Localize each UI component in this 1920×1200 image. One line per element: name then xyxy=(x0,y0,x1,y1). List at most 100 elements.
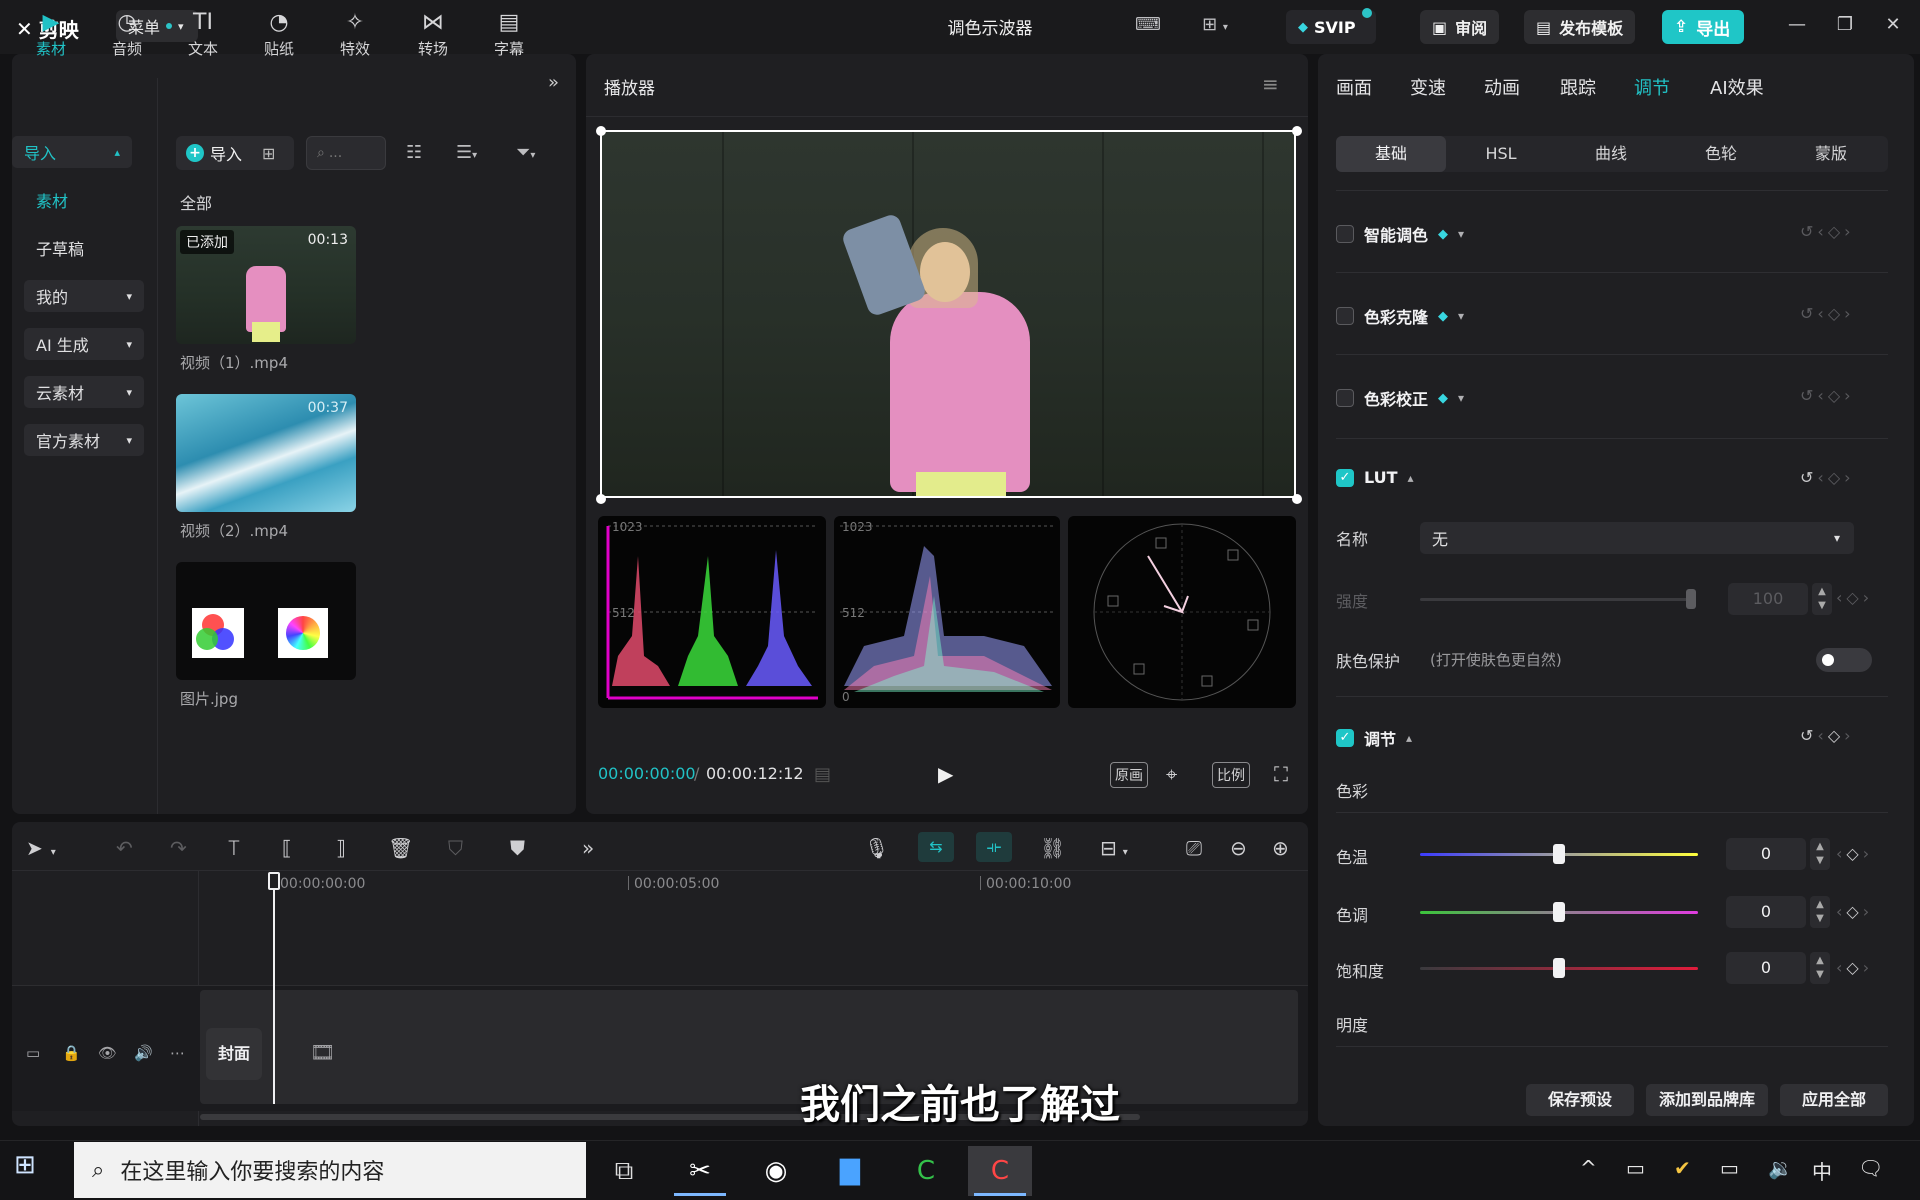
original-quality-button[interactable]: 原画 xyxy=(1110,762,1148,788)
playhead[interactable] xyxy=(273,872,275,1104)
zoom-icon[interactable]: ⌖ xyxy=(1166,762,1177,786)
hamburger-menu-icon[interactable]: ≡ xyxy=(1262,72,1279,96)
reset-icon[interactable]: ↺ xyxy=(1800,304,1817,323)
input-method-indicator[interactable]: 中 xyxy=(1812,1156,1832,1185)
tab-picture[interactable]: 画面 xyxy=(1336,74,1372,100)
video-preview[interactable] xyxy=(600,130,1296,498)
temperature-knob[interactable] xyxy=(1553,844,1565,864)
subtab-color-wheels[interactable]: 色轮 xyxy=(1666,136,1776,172)
next-keyframe-icon[interactable]: › xyxy=(1844,386,1854,405)
reset-icon[interactable]: ↺ xyxy=(1800,726,1817,745)
view-mode-icon[interactable]: ☷ xyxy=(406,142,422,163)
delete-icon[interactable]: 🗑 xyxy=(388,836,413,860)
tab-text[interactable]: TI 文本 xyxy=(168,8,238,68)
crop-handle[interactable] xyxy=(596,494,606,504)
sidebar-item-official[interactable]: 官方素材 ▾ xyxy=(24,424,144,456)
trim-left-icon[interactable]: ⟦ xyxy=(282,836,292,860)
sidebar-item-mine[interactable]: 我的 ▾ xyxy=(24,280,144,312)
subtab-curves[interactable]: 曲线 xyxy=(1556,136,1666,172)
publish-template-button[interactable]: ▤ 发布模板 xyxy=(1524,10,1636,44)
play-icon[interactable]: ▶ xyxy=(938,762,953,786)
media-item-video-2[interactable]: 00:37 xyxy=(176,394,356,512)
network-icon[interactable]: ▭ xyxy=(1626,1156,1645,1180)
main-track-magnet-icon[interactable]: ⇆ xyxy=(918,832,954,862)
tab-media[interactable]: ▶ 素材 xyxy=(16,8,86,68)
layout-icon[interactable]: ⊞ ▾ xyxy=(1190,14,1240,38)
review-button[interactable]: ▣ 审阅 xyxy=(1420,10,1500,44)
lut-intensity-slider[interactable] xyxy=(1420,598,1694,601)
redo-icon[interactable]: ↷ xyxy=(170,836,187,860)
lock-icon[interactable]: 🔒 xyxy=(62,1044,81,1062)
tab-speed[interactable]: 变速 xyxy=(1410,74,1446,100)
link-icon[interactable]: ⛓ xyxy=(1040,836,1065,860)
next-keyframe-icon[interactable]: › xyxy=(1863,844,1873,863)
sidebar-item-material[interactable]: 素材 xyxy=(24,184,144,216)
notification-icon[interactable]: 🗨 xyxy=(1858,1156,1883,1180)
crop-handle[interactable] xyxy=(596,126,606,136)
reset-icon[interactable]: ↺ xyxy=(1800,222,1817,241)
stepper-icon[interactable]: ▲ ▼ xyxy=(1810,952,1830,984)
subtab-mask[interactable]: 蒙版 xyxy=(1776,136,1886,172)
zoom-in-icon[interactable]: ⊕ xyxy=(1272,836,1289,860)
prev-keyframe-icon[interactable]: ‹ xyxy=(1836,844,1846,863)
sort-icon[interactable]: ☰▾ xyxy=(456,142,477,163)
shield-icon[interactable]: ⛉ xyxy=(448,836,463,860)
smart-color-checkbox[interactable] xyxy=(1336,225,1354,243)
more-icon[interactable]: ⋯ xyxy=(170,1044,185,1062)
reset-icon[interactable]: ↺ xyxy=(1800,386,1817,405)
sidebar-item-import[interactable]: 导入 ▴ xyxy=(12,136,132,168)
track-video-icon[interactable]: ▭ xyxy=(26,1044,40,1062)
next-keyframe-icon[interactable]: › xyxy=(1863,958,1873,977)
green-app-icon[interactable]: C xyxy=(894,1146,958,1196)
microphone-icon[interactable]: 🎙 xyxy=(864,836,889,860)
next-keyframe-icon[interactable]: › xyxy=(1844,726,1854,745)
media-item-image[interactable] xyxy=(176,562,356,680)
subtab-basic[interactable]: 基础 xyxy=(1336,136,1446,172)
prev-keyframe-icon[interactable]: ‹ xyxy=(1817,726,1827,745)
keyboard-shortcut-icon[interactable]: ⌨ xyxy=(1134,14,1162,38)
keyframe-icon[interactable]: ◇ xyxy=(1828,468,1844,487)
volume-icon[interactable]: 🔊 xyxy=(134,1044,153,1062)
stepper-icon[interactable]: ▲ ▼ xyxy=(1810,838,1830,870)
adjust-checkbox[interactable]: ✓ xyxy=(1336,729,1354,747)
tray-expand-icon[interactable]: ^ xyxy=(1580,1156,1597,1180)
restore-icon[interactable]: ❐ xyxy=(1830,14,1860,40)
sidebar-item-cloud[interactable]: 云素材 ▾ xyxy=(24,376,144,408)
undo-icon[interactable]: ↶ xyxy=(116,836,133,860)
app-circle-icon[interactable]: ◉ xyxy=(744,1146,808,1196)
tab-transition[interactable]: ⋈ 转场 xyxy=(398,8,468,68)
prev-keyframe-icon[interactable]: ‹ xyxy=(1836,958,1846,977)
tab-ai-effects[interactable]: AI效果 xyxy=(1710,74,1764,100)
add-to-brand-button[interactable]: 添加到品牌库 xyxy=(1646,1084,1768,1116)
keyframe-icon[interactable]: ◇ xyxy=(1828,726,1844,745)
media-item-video-1[interactable]: 已添加 00:13 xyxy=(176,226,356,344)
capcut-app-icon[interactable]: ✂ xyxy=(668,1146,732,1196)
crop-handle[interactable] xyxy=(1292,494,1302,504)
crop-handle[interactable] xyxy=(1292,126,1302,136)
tab-sticker[interactable]: ◔ 贴纸 xyxy=(244,8,314,68)
keyframe-icon[interactable]: ◇ xyxy=(1828,304,1844,323)
saturation-knob[interactable] xyxy=(1553,958,1565,978)
sidebar-item-sub-draft[interactable]: 子草稿 xyxy=(24,232,144,264)
prev-keyframe-icon[interactable]: ‹ xyxy=(1817,468,1827,487)
select-tool-icon[interactable]: ➤ ▾ xyxy=(26,836,56,860)
prev-keyframe-icon[interactable]: ‹ xyxy=(1836,588,1846,607)
battery-icon[interactable]: ▭ xyxy=(1720,1156,1739,1180)
keyframe-icon[interactable]: ◇ xyxy=(1846,902,1862,921)
aspect-ratio-button[interactable]: 比例 xyxy=(1212,762,1250,788)
marker-icon[interactable]: ⛊ xyxy=(510,836,525,860)
next-keyframe-icon[interactable]: › xyxy=(1863,902,1873,921)
red-app-icon[interactable]: C xyxy=(968,1146,1032,1196)
keyframe-icon[interactable]: ◇ xyxy=(1846,958,1862,977)
close-icon[interactable]: ✕ xyxy=(1878,14,1908,40)
next-keyframe-icon[interactable]: › xyxy=(1844,468,1854,487)
task-view-icon[interactable]: ⧉ xyxy=(592,1146,656,1196)
next-keyframe-icon[interactable]: › xyxy=(1844,222,1854,241)
more-tabs-icon[interactable]: » xyxy=(548,72,559,93)
import-button[interactable]: + 导入 ⊞ xyxy=(176,136,294,170)
prev-keyframe-icon[interactable]: ‹ xyxy=(1836,902,1846,921)
export-button[interactable]: ⇪ 导出 xyxy=(1662,10,1744,44)
prev-keyframe-icon[interactable]: ‹ xyxy=(1817,222,1827,241)
cover-button[interactable]: 封面 xyxy=(206,1028,262,1080)
keyframe-icon[interactable]: ◇ xyxy=(1828,222,1844,241)
